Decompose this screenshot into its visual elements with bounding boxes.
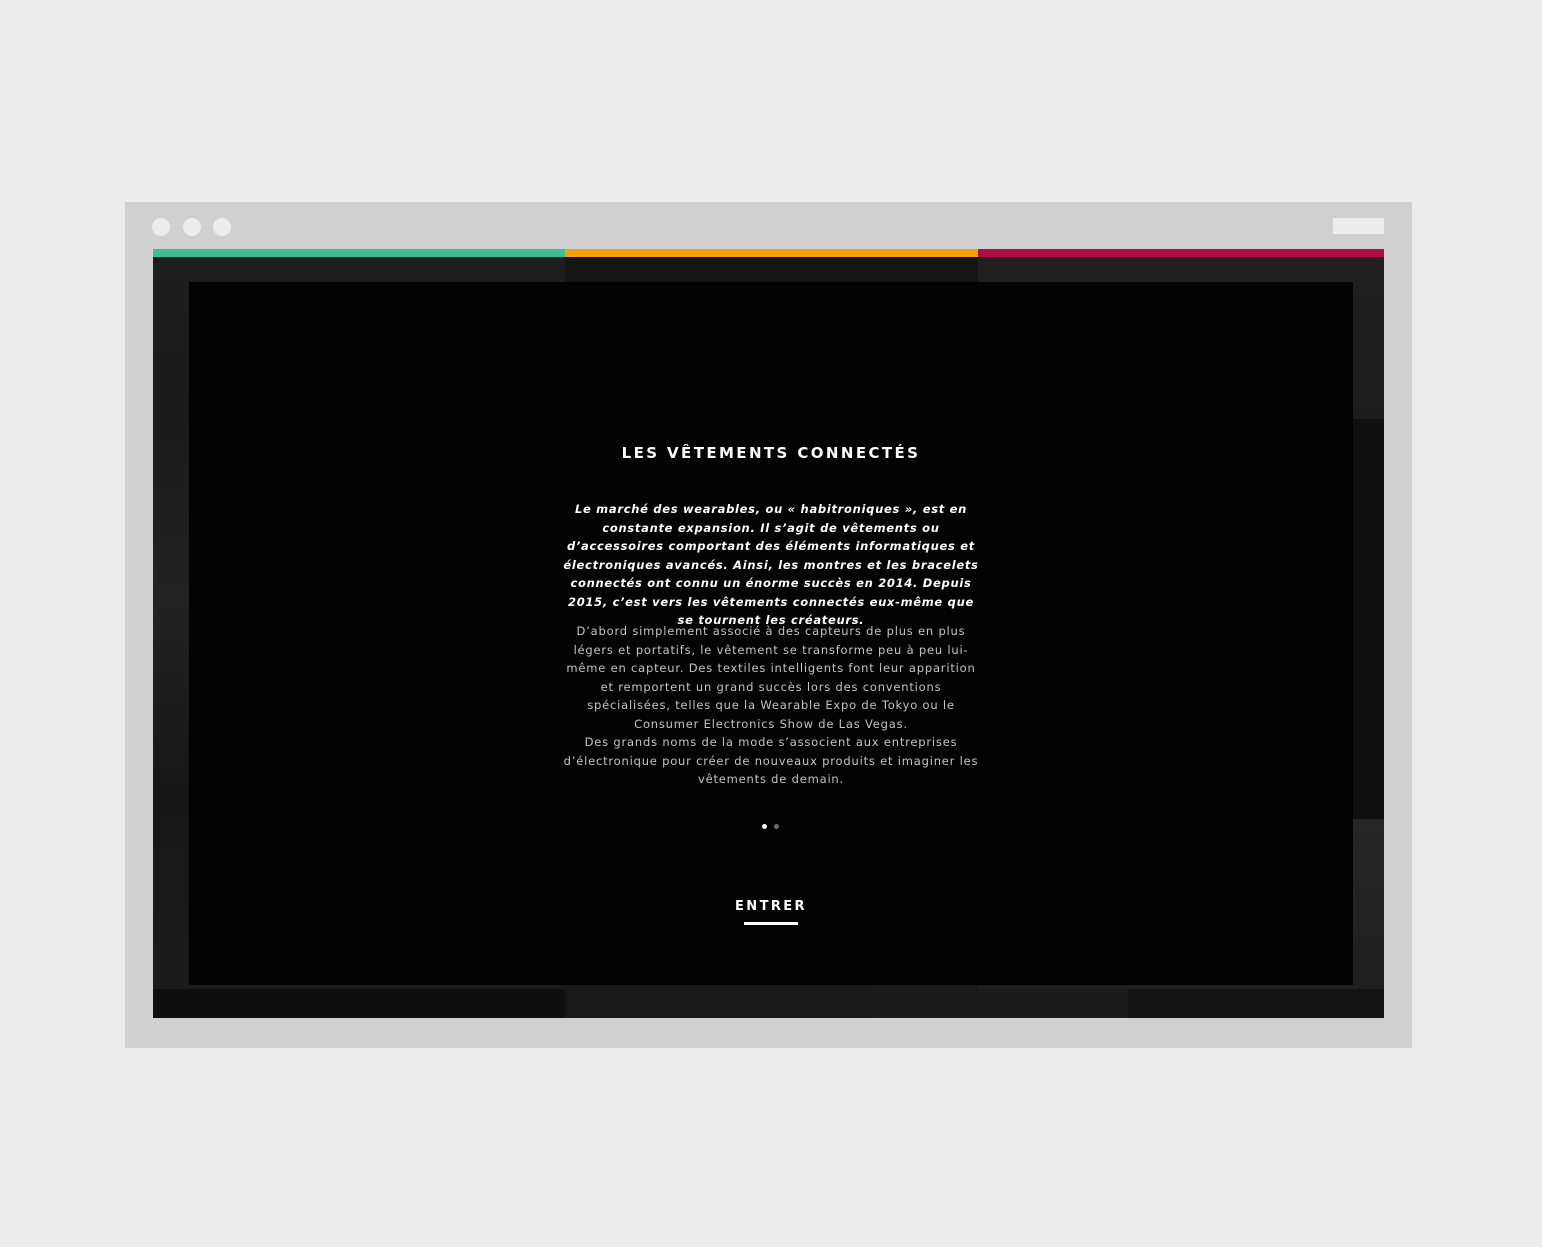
pager-dot-active[interactable]: [762, 824, 767, 829]
body-text: D’abord simplement associé à des capteur…: [561, 622, 981, 789]
color-bar-segment-orange: [565, 249, 978, 257]
intro-modal: LES VÊTEMENTS CONNECTÉS Le marché des we…: [189, 282, 1353, 985]
pager-dot[interactable]: [774, 824, 779, 829]
page-viewport: LES VÊTEMENTS CONNECTÉS Le marché des we…: [153, 249, 1384, 1018]
browser-window: LES VÊTEMENTS CONNECTÉS Le marché des we…: [125, 202, 1412, 1048]
background-photo-tile: [565, 989, 872, 1018]
enter-button[interactable]: ENTRER: [721, 899, 821, 914]
enter-button-underline: [744, 922, 798, 925]
background-photo-tile: [1128, 989, 1384, 1018]
intro-paragraph: Le marché des wearables, ou « habitroniq…: [563, 502, 979, 627]
background-photo-tile: [153, 989, 565, 1018]
window-close-dot[interactable]: [152, 218, 170, 236]
body-paragraph: D’abord simplement associé à des capteur…: [566, 624, 976, 731]
color-bar-segment-crimson: [978, 249, 1384, 257]
window-minimize-dot[interactable]: [183, 218, 201, 236]
color-bar-segment-green: [153, 249, 565, 257]
window-toolbar-button[interactable]: [1333, 218, 1384, 234]
modal-title: LES VÊTEMENTS CONNECTÉS: [621, 444, 921, 462]
background-photo-tile: [872, 989, 1128, 1018]
window-maximize-dot[interactable]: [213, 218, 231, 236]
background-photo-tile: [1353, 419, 1384, 819]
body-paragraph: Des grands noms de la mode s’associent a…: [563, 735, 979, 786]
color-accent-bar: [153, 249, 1384, 257]
slide-pager: [762, 824, 779, 829]
